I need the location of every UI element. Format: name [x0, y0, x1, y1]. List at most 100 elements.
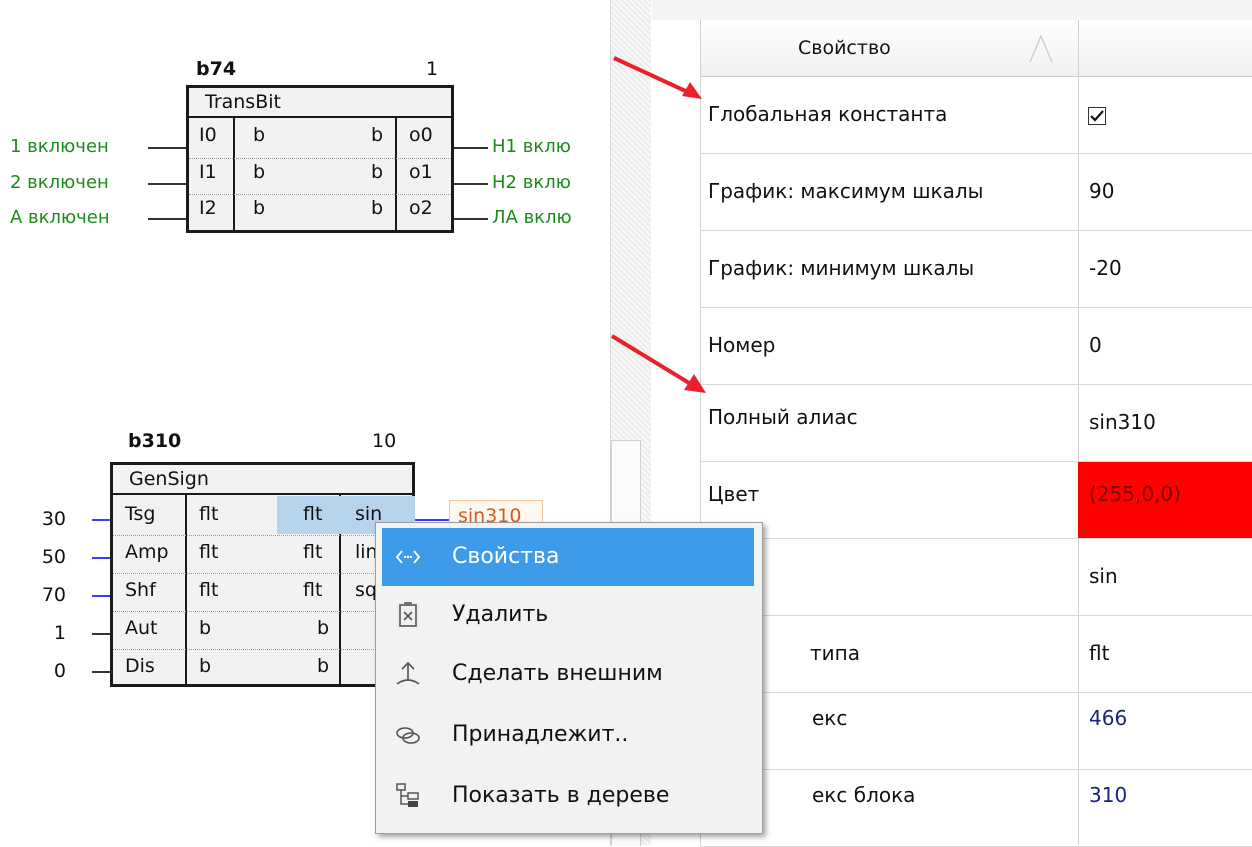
property-value[interactable]: [1078, 77, 1252, 153]
property-row[interactable]: sin: [700, 539, 1252, 616]
input-type: b: [253, 197, 266, 219]
input-value[interactable]: 50: [26, 546, 66, 568]
property-row[interactable]: График: максимум шкалы 90: [700, 154, 1252, 231]
property-name: Номер: [708, 333, 776, 357]
property-row[interactable]: екс 466: [700, 693, 1252, 770]
block-id-label: b74: [196, 58, 237, 80]
property-value[interactable]: 90: [1078, 154, 1252, 230]
output-signal-label[interactable]: Н1 вклю: [492, 136, 571, 157]
output-type: b: [317, 655, 330, 677]
input-type: flt: [199, 579, 219, 601]
context-menu: Свойства Удалить Сделать внешним Принадл…: [375, 522, 763, 834]
property-row[interactable]: Глобальная константа: [700, 77, 1252, 154]
property-name: типа: [810, 641, 860, 665]
property-name: Полный алиас: [708, 405, 858, 429]
property-value[interactable]: 466: [1078, 693, 1252, 769]
input-signal-label[interactable]: А включен: [10, 207, 110, 228]
property-value[interactable]: sin: [1078, 539, 1252, 615]
input-wire: [148, 218, 186, 220]
belongs-icon: [396, 727, 420, 744]
property-value[interactable]: sin310: [1078, 385, 1252, 461]
menu-item-label: Показать в дереве: [452, 783, 670, 808]
output-type: b: [371, 161, 384, 183]
menu-item-label: Свойства: [452, 544, 560, 569]
output-signal-label[interactable]: ЛА вклю: [492, 207, 572, 228]
checkbox-checked-icon[interactable]: [1088, 107, 1106, 125]
input-pin[interactable]: I0: [199, 124, 217, 146]
property-row[interactable]: Цвет (255,0,0): [700, 462, 1252, 539]
output-type: b: [371, 124, 384, 146]
output-wire: [454, 218, 488, 220]
input-type: b: [199, 617, 212, 639]
input-wire: [92, 671, 110, 673]
input-pin[interactable]: Tsg: [125, 503, 155, 525]
input-pin[interactable]: Amp: [125, 541, 169, 563]
property-name: Глобальная константа: [708, 102, 948, 126]
input-type: b: [253, 161, 266, 183]
output-type: b: [317, 617, 330, 639]
annotation-arrow-icon: [610, 334, 706, 393]
function-block-transbit[interactable]: TransBit I0 b b o0 I1 b b o1 I2 b b o2: [186, 85, 454, 233]
menu-item-label: Сделать внешним: [452, 661, 663, 686]
input-value[interactable]: 30: [26, 508, 66, 530]
input-wire: [92, 633, 110, 635]
output-signal-label[interactable]: Н2 вклю: [492, 172, 571, 193]
output-type: flt: [303, 541, 323, 563]
input-wire: [92, 595, 110, 597]
property-row[interactable]: Номер 0: [700, 308, 1252, 385]
input-pin[interactable]: I2: [199, 197, 217, 219]
output-type: b: [371, 197, 384, 219]
input-signal-label[interactable]: 1 включен: [10, 136, 109, 157]
tree-icon: [396, 783, 419, 807]
input-value[interactable]: 70: [26, 584, 66, 606]
input-pin[interactable]: Dis: [125, 655, 155, 677]
property-name: График: минимум шкалы: [708, 256, 975, 280]
input-signal-label[interactable]: 2 включен: [10, 172, 109, 193]
input-type: flt: [199, 541, 219, 563]
menu-item-delete[interactable]: Удалить: [382, 586, 754, 644]
menu-item-belongs[interactable]: Принадлежит..: [382, 706, 754, 764]
input-type: b: [199, 655, 212, 677]
menu-item-make-external[interactable]: Сделать внешним: [382, 645, 754, 703]
property-value[interactable]: flt: [1078, 616, 1252, 692]
column-header-property[interactable]: Свойство: [700, 20, 1078, 76]
input-wire: [92, 519, 110, 521]
input-wire: [148, 183, 186, 185]
property-row[interactable]: Полный алиас sin310: [700, 385, 1252, 462]
delete-icon: [399, 602, 417, 627]
property-row[interactable]: типа flt: [700, 616, 1252, 693]
input-type: flt: [199, 503, 219, 525]
input-pin[interactable]: I1: [199, 161, 217, 183]
property-row[interactable]: екс блока 310: [700, 770, 1252, 847]
output-wire: [454, 147, 488, 149]
input-pin[interactable]: Aut: [125, 617, 158, 639]
color-value[interactable]: (255,0,0): [1078, 462, 1252, 538]
input-wire: [92, 557, 110, 559]
input-pin[interactable]: Shf: [125, 579, 156, 601]
properties-header[interactable]: Свойство: [700, 20, 1252, 77]
block-title: GenSign: [113, 465, 412, 495]
property-row[interactable]: График: минимум шкалы -20: [700, 231, 1252, 308]
block-number-label: 1: [426, 58, 439, 80]
output-pin[interactable]: sq: [355, 579, 377, 601]
annotation-arrow-icon: [613, 56, 702, 99]
menu-item-properties[interactable]: Свойства: [382, 528, 754, 586]
property-value[interactable]: 310: [1078, 770, 1252, 846]
property-value[interactable]: -20: [1078, 231, 1252, 307]
function-block-gensign[interactable]: GenSign Tsg flt flt sin Amp flt flt lin …: [110, 462, 415, 687]
output-pin[interactable]: o2: [409, 197, 433, 219]
input-type: b: [253, 124, 266, 146]
menu-item-label: Принадлежит..: [452, 722, 629, 747]
output-wire: [415, 519, 449, 521]
output-pin[interactable]: o0: [409, 124, 433, 146]
menu-item-label: Удалить: [452, 602, 549, 627]
column-header-value[interactable]: [1078, 20, 1252, 76]
menu-item-show-in-tree[interactable]: Показать в дереве: [382, 767, 754, 825]
input-value[interactable]: 1: [26, 622, 66, 644]
make-external-icon: [396, 661, 420, 685]
input-wire: [148, 147, 186, 149]
sort-ascending-icon[interactable]: [1028, 32, 1054, 64]
input-value[interactable]: 0: [26, 660, 66, 682]
property-value[interactable]: 0: [1078, 308, 1252, 384]
output-pin[interactable]: o1: [409, 161, 433, 183]
